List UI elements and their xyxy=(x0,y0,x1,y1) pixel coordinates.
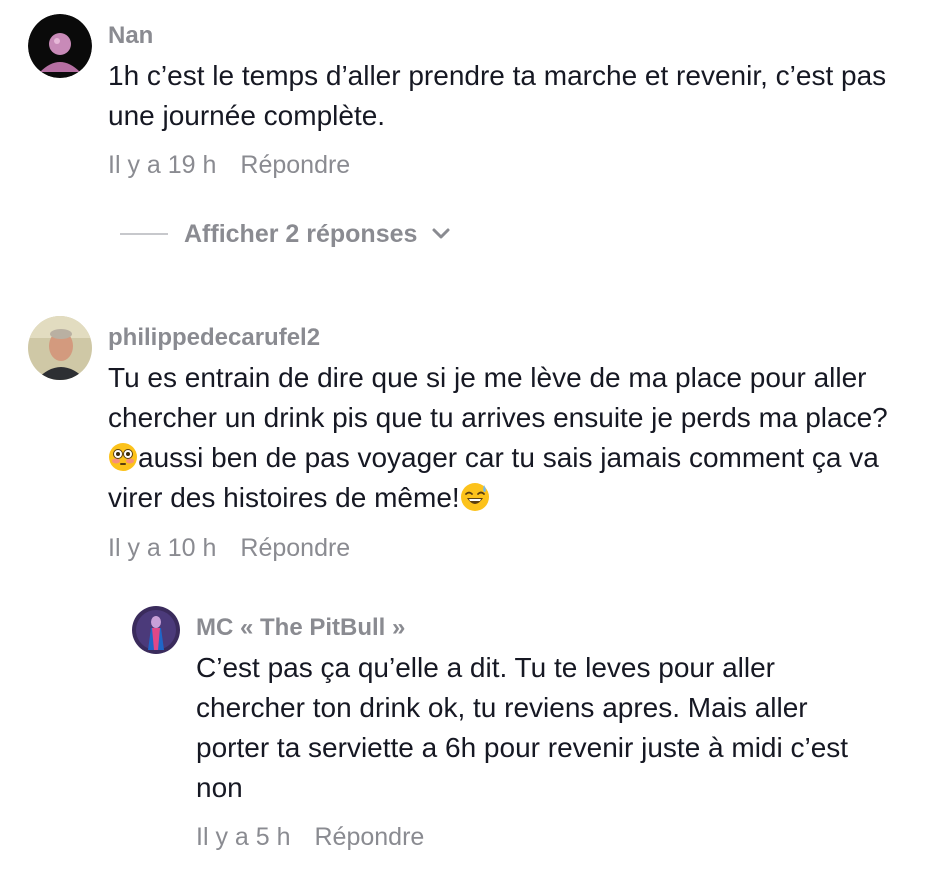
reply-text: C’est pas ça qu’elle a dit. Tu te leves … xyxy=(196,652,849,803)
reply-button[interactable]: Répondre xyxy=(240,151,350,179)
avatar-mc-pitbull-image xyxy=(132,606,180,654)
comment-timestamp: Il y a 19 h xyxy=(108,151,217,179)
flushed-face-emoji xyxy=(109,443,137,471)
comment-philippe: philippedecarufel2 Tu es entrain de dire… xyxy=(0,300,932,580)
comment-username[interactable]: philippedecarufel2 xyxy=(108,324,320,352)
view-replies-button[interactable]: Afficher 2 réponses xyxy=(120,216,451,252)
reply-button[interactable]: Répondre xyxy=(315,823,425,851)
view-replies-label: Afficher 2 réponses xyxy=(184,219,418,248)
reply-meta: Il y a 5 h Répondre xyxy=(196,823,424,852)
reply-mc-pitbull: MC « The PitBull » C’est pas ça qu’elle … xyxy=(0,598,932,876)
reply-username[interactable]: MC « The PitBull » xyxy=(196,614,405,642)
comment-nan: Nan 1h c’est le temps d’aller prendre ta… xyxy=(0,0,932,200)
avatar-philippe-image xyxy=(28,316,92,380)
comment-text-part1: Tu es entrain de dire que si je me lève … xyxy=(108,362,888,433)
comment-meta: Il y a 10 h Répondre xyxy=(108,534,350,563)
avatar-philippe[interactable] xyxy=(28,316,92,380)
comment-username[interactable]: Nan xyxy=(108,22,153,50)
comment-text: Tu es entrain de dire que si je me lève … xyxy=(108,358,908,518)
divider-line xyxy=(120,233,168,235)
reply-timestamp: Il y a 5 h xyxy=(196,823,291,851)
chevron-down-icon xyxy=(432,228,450,239)
reply-button[interactable]: Répondre xyxy=(240,534,350,562)
comment-meta: Il y a 19 h Répondre xyxy=(108,151,350,180)
avatar-nan-image xyxy=(28,14,92,78)
comment-timestamp: Il y a 10 h xyxy=(108,534,217,562)
avatar-mc-pitbull[interactable] xyxy=(132,606,180,654)
comment-text: 1h c’est le temps d’aller prendre ta mar… xyxy=(108,60,887,131)
avatar-nan[interactable] xyxy=(28,14,92,78)
comment-text-part2: aussi ben de pas voyager car tu sais jam… xyxy=(108,442,879,513)
grinning-sweat-emoji xyxy=(460,483,489,511)
